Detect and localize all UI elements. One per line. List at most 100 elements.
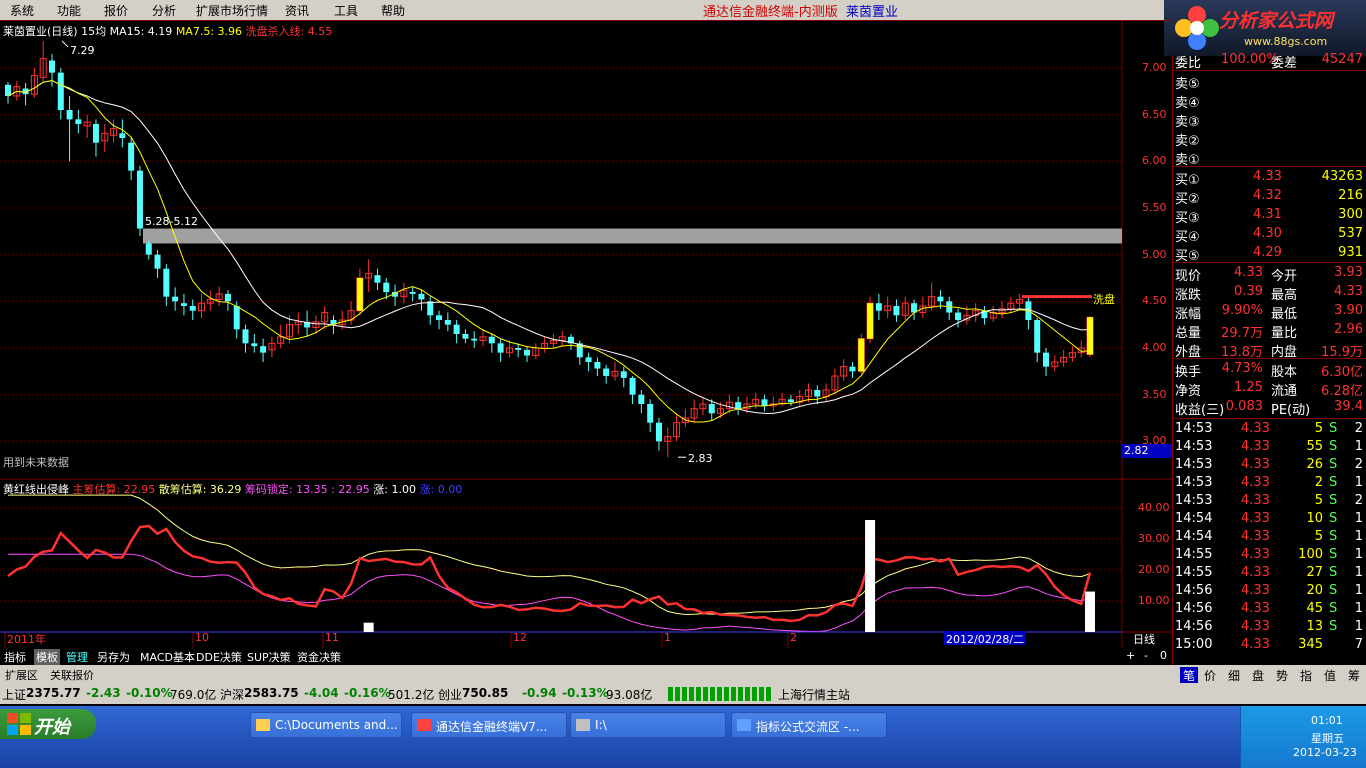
menu-system[interactable]: 系统 [10, 2, 34, 19]
stat-row: 换手 4.73% 股本 6.30亿 [1173, 360, 1366, 380]
taskbar-task[interactable]: I:\ [570, 712, 726, 738]
menu-tools[interactable]: 工具 [334, 2, 358, 19]
time-tick: 11 [325, 631, 339, 644]
stat-row: 总量 29.7万 量比 2.96 [1173, 321, 1366, 341]
tick-volume: 10 [1306, 511, 1323, 526]
side-tab[interactable]: 值 [1324, 667, 1336, 684]
buy-row[interactable]: 买① 4.33 43263 [1173, 168, 1366, 188]
tab-manage[interactable]: 管理 [66, 649, 88, 665]
candle [558, 331, 566, 347]
gap-label: 5.28-5.12 [145, 215, 198, 228]
taskbar-task[interactable]: 指标公式交流区 -... [731, 712, 887, 738]
kline-chart[interactable] [0, 20, 1172, 648]
tick-side: S [1329, 439, 1338, 454]
reset-button[interactable]: 0 [1160, 649, 1167, 662]
side-tab[interactable]: 筹 [1348, 667, 1360, 684]
tab-fund[interactable]: 资金决策 [297, 649, 341, 665]
tab-sup[interactable]: SUP决策 [247, 649, 291, 665]
tab-indicator[interactable]: 指标 [4, 649, 26, 665]
side-tab[interactable]: 价 [1204, 667, 1216, 684]
side-tab[interactable]: 势 [1276, 667, 1288, 684]
zoom-in-button[interactable]: + [1126, 649, 1135, 662]
side-tab[interactable]: 笔 [1180, 667, 1199, 684]
stat-value: 0.39 [1234, 284, 1263, 299]
zoom-out-button[interactable]: - [1144, 649, 1148, 662]
stat-key: PE(动) [1271, 403, 1311, 418]
tick-price: 4.33 [1241, 601, 1270, 616]
tab-dde[interactable]: DDE决策 [196, 649, 242, 665]
tab-macd[interactable]: MACD基本 [140, 649, 195, 665]
market-breadth-bars [668, 687, 772, 701]
candle [946, 296, 953, 320]
taskbar-task[interactable]: C:\Documents and... [250, 712, 402, 738]
chart-stock-name: 莱茵置业(日线) [3, 25, 78, 38]
menu-analysis[interactable]: 分析 [152, 2, 176, 19]
candle [1025, 296, 1032, 330]
order-ratio-row: 委比 100.00% 委差 45247 [1173, 51, 1366, 71]
side-tab[interactable]: 细 [1228, 667, 1240, 684]
loose-chips-line [8, 494, 1091, 615]
stat-key: 换手 [1175, 365, 1202, 380]
server-name[interactable]: 上海行情主站 [778, 686, 850, 703]
price-tick: 4.50 [1142, 294, 1167, 308]
candle [75, 110, 82, 134]
wash-right-label: 洗盘 [1093, 293, 1115, 306]
stat-key: 总量 [1175, 326, 1202, 341]
chart-panel[interactable]: 莱茵置业(日线) 15均 MA15: 4.19 MA7.5: 3.96 洗盘杀入… [0, 20, 1172, 648]
candle [418, 290, 425, 311]
candle [611, 362, 619, 381]
stat-value: 9.90% [1221, 303, 1263, 318]
candle [462, 329, 469, 344]
indicator-tick: 30.00 [1138, 531, 1170, 545]
menu-function[interactable]: 功能 [57, 2, 81, 19]
buy-row[interactable]: 买⑤ 4.29 931 [1173, 244, 1366, 264]
tick-side: S [1329, 529, 1338, 544]
sell-row: 卖⑤ [1173, 72, 1366, 92]
sell-row: 卖② [1173, 129, 1366, 149]
candle [22, 82, 29, 106]
taskbar-task[interactable]: 通达信金融终端V7... [411, 712, 567, 738]
buy-row[interactable]: 买② 4.32 216 [1173, 187, 1366, 207]
start-button[interactable]: 开始 [0, 709, 96, 739]
diff-label: 委差 [1271, 56, 1298, 71]
candle [532, 343, 540, 360]
stat-row: 涨跌 0.39 最高 4.33 [1173, 283, 1366, 303]
tick-count: 1 [1354, 565, 1363, 580]
index-hushen-amount: 501.2亿 [388, 688, 435, 702]
candle [1060, 349, 1068, 367]
menu-ext-market[interactable]: 扩展市场行情 [196, 2, 268, 19]
buy-row[interactable]: 买③ 4.31 300 [1173, 206, 1366, 226]
tick-volume: 20 [1306, 583, 1323, 598]
index-shanghai-change: -2.43 [86, 686, 121, 700]
menu-help[interactable]: 帮助 [381, 2, 405, 19]
tick-count: 7 [1354, 637, 1363, 652]
tab-ext-area[interactable]: 扩展区 [5, 667, 38, 683]
tick-count: 1 [1354, 475, 1363, 490]
candle [304, 310, 311, 337]
tab-save-as[interactable]: 另存为 [97, 649, 130, 665]
period-label[interactable]: 日线 [1133, 631, 1155, 647]
candle [1068, 346, 1076, 362]
side-tab[interactable]: 指 [1300, 667, 1312, 684]
clock-time[interactable]: 01:01 [1311, 714, 1343, 727]
side-tab[interactable]: 盘 [1252, 667, 1264, 684]
tick-row: 14:53 4.33 55 S 1 [1173, 438, 1366, 456]
sell-row: 卖③ [1173, 110, 1366, 130]
tab-related-quote[interactable]: 关联报价 [50, 667, 94, 683]
future-data-label: 用到未来数据 [3, 456, 69, 469]
tab-template[interactable]: 模板 [34, 649, 60, 665]
candle [594, 357, 601, 376]
menu-news[interactable]: 资讯 [285, 2, 309, 19]
buy-row[interactable]: 买④ 4.30 537 [1173, 225, 1366, 245]
stat-value: 29.7万 [1221, 326, 1263, 341]
candle [57, 68, 64, 120]
candle [488, 334, 495, 353]
candle [919, 296, 927, 319]
tick-count: 2 [1354, 421, 1363, 436]
tick-time: 14:54 [1175, 511, 1213, 526]
candle [901, 296, 909, 320]
candle [629, 376, 636, 404]
menu-quote[interactable]: 报价 [104, 2, 128, 19]
signal-bar [865, 520, 876, 632]
stat-row: 净资 1.25 流通 6.28亿 [1173, 379, 1366, 399]
